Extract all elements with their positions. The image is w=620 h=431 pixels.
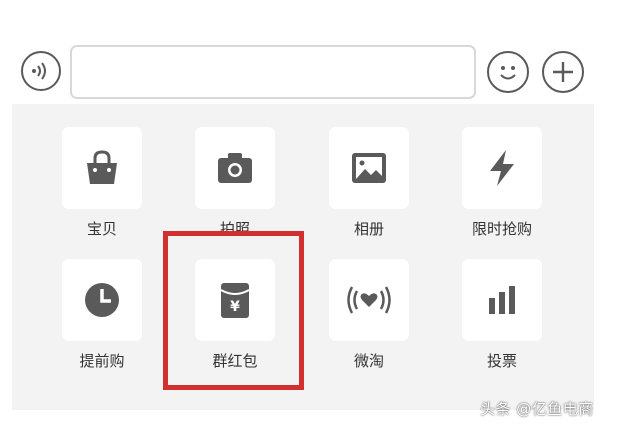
grid-item-photo[interactable]	[195, 127, 275, 209]
watermark: 头条 @亿鱼电商	[480, 400, 594, 418]
grid-label: 提前购	[79, 352, 125, 370]
bar-chart-icon	[489, 286, 515, 314]
lightning-icon	[490, 150, 514, 186]
message-input[interactable]	[70, 45, 476, 99]
grid-item-flash-sale[interactable]	[462, 127, 542, 209]
chat-input-bar	[0, 38, 620, 104]
grid-label: 群红包	[212, 352, 258, 370]
heart-signal-icon	[347, 286, 391, 314]
grid-item-vote[interactable]	[462, 259, 542, 341]
shopping-bag-icon	[87, 150, 117, 184]
smiley-icon	[500, 66, 516, 80]
camera-icon	[218, 153, 252, 183]
plus-button[interactable]	[542, 51, 584, 93]
grid-label: 拍照	[219, 220, 250, 238]
plus-icon	[553, 62, 573, 82]
grid-label: 相册	[353, 220, 384, 238]
grid-item-presale[interactable]	[62, 259, 142, 341]
red-envelope-icon: ¥	[220, 283, 250, 318]
clock-icon	[85, 283, 119, 317]
grid-item-album[interactable]	[329, 127, 409, 209]
voice-button[interactable]	[21, 51, 61, 91]
grid-item-baobei[interactable]	[62, 127, 142, 209]
grid-label: 微淘	[353, 352, 384, 370]
voice-wave-icon	[32, 62, 46, 80]
emoji-button[interactable]	[487, 51, 529, 93]
yuan-glyph: ¥	[230, 299, 240, 315]
grid-label: 宝贝	[86, 220, 117, 238]
grid-label: 投票	[486, 352, 517, 370]
grid-item-weitao[interactable]	[329, 259, 409, 341]
picture-icon	[352, 153, 386, 183]
grid-label: 限时抢购	[471, 220, 532, 238]
grid-item-group-red-packet[interactable]: ¥	[195, 259, 275, 341]
